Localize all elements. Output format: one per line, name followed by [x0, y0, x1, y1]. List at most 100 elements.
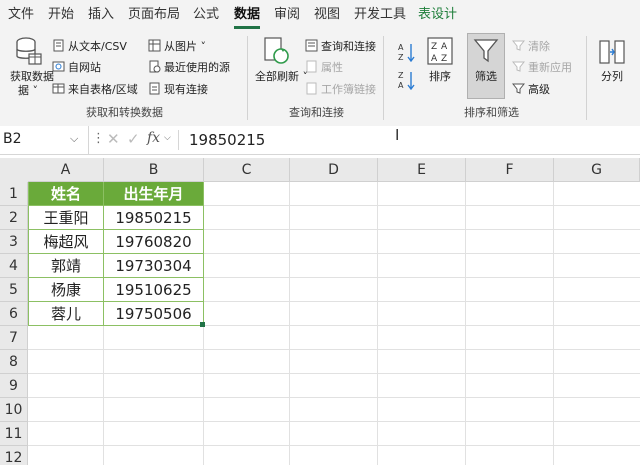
formula-bar: B2 ⌵ ⋮ ✕ ✓ fx ⌵ 19850215 — [0, 126, 640, 155]
table-cell[interactable]: 郭靖 — [28, 254, 104, 278]
get-data-sub-label: 据 ˅ — [18, 84, 38, 97]
recent-sources-button[interactable]: 最近使用的源 — [148, 59, 230, 75]
table-resize-handle[interactable] — [200, 322, 205, 327]
menu-table-design[interactable]: 表设计 — [418, 0, 457, 30]
group-label-get-transform: 获取和转换数据 — [86, 106, 163, 119]
clear-filter-button[interactable]: 清除 — [512, 38, 550, 54]
split-columns-icon — [599, 40, 625, 64]
column-header-c[interactable]: C — [204, 158, 290, 182]
row-header[interactable]: 10 — [0, 398, 28, 422]
menu-file[interactable]: 文件 — [8, 0, 34, 30]
more-options-icon[interactable]: ⋮ — [92, 131, 105, 146]
from-picture-label: 从图片 ˅ — [164, 40, 206, 53]
row-header[interactable]: 12 — [0, 446, 28, 466]
row-header[interactable]: 3 — [0, 230, 28, 254]
queries-icon — [305, 39, 318, 52]
properties-button[interactable]: 属性 — [305, 59, 343, 75]
recent-sources-label: 最近使用的源 — [164, 61, 230, 74]
menu-home[interactable]: 开始 — [48, 0, 74, 30]
column-header-a[interactable]: A — [28, 158, 104, 182]
sort-icon: Z A A Z — [427, 37, 453, 65]
advanced-filter-button[interactable]: 高级 — [512, 81, 550, 97]
clear-filter-icon — [512, 40, 525, 51]
properties-icon — [306, 60, 317, 73]
queries-connections-button[interactable]: 查询和连接 — [305, 38, 376, 54]
column-header-f[interactable]: F — [466, 158, 554, 182]
from-web-label: 自网站 — [68, 61, 101, 74]
row-header[interactable]: 6 — [0, 302, 28, 326]
table-header-cell[interactable]: 姓名 — [28, 182, 104, 206]
menu-formulas[interactable]: 公式 — [193, 0, 219, 30]
column-header-b[interactable]: B — [104, 158, 204, 182]
row-header[interactable]: 1 — [0, 182, 28, 206]
column-header-d[interactable]: D — [290, 158, 378, 182]
table-cell[interactable]: 王重阳 — [28, 206, 104, 230]
select-all-corner[interactable] — [0, 158, 29, 183]
chevron-down-icon[interactable]: ⌵ — [164, 133, 171, 143]
enter-icon[interactable]: ✓ — [127, 130, 140, 148]
table-cell[interactable]: 梅超风 — [28, 230, 104, 254]
svg-text:Z: Z — [398, 53, 404, 62]
formula-bar-separator — [178, 130, 179, 150]
svg-text:Z: Z — [431, 42, 437, 52]
row-header[interactable]: 2 — [0, 206, 28, 230]
menu-review[interactable]: 审阅 — [274, 0, 300, 30]
workbook-links-icon — [306, 82, 317, 95]
table-cell[interactable]: 19750506 — [104, 302, 204, 326]
menu-insert[interactable]: 插入 — [88, 0, 114, 30]
refresh-all-label: 全部刷新 ˅ — [255, 70, 308, 83]
filter-label: 筛选 — [475, 70, 497, 83]
column-header-e[interactable]: E — [378, 158, 466, 182]
ribbon-separator — [383, 36, 384, 120]
workbook-links-button[interactable]: 工作簿链接 — [305, 81, 376, 97]
ribbon-separator — [586, 36, 587, 120]
row-header[interactable]: 9 — [0, 374, 28, 398]
table-header-cell[interactable]: 出生年月 — [104, 182, 204, 206]
insert-function-icon[interactable]: fx — [147, 130, 160, 146]
from-web-button[interactable]: 自网站 — [52, 59, 101, 75]
svg-text:A: A — [441, 42, 448, 52]
chevron-down-icon[interactable]: ⌵ — [70, 132, 78, 146]
group-label-queries: 查询和连接 — [289, 106, 344, 119]
web-page-icon — [52, 61, 65, 72]
from-text-csv-button[interactable]: 从文本/CSV — [52, 38, 127, 54]
row-header[interactable]: 5 — [0, 278, 28, 302]
reapply-button[interactable]: 重新应用 — [512, 59, 572, 75]
table-cell[interactable]: 19850215 — [104, 206, 204, 230]
row-header[interactable]: 8 — [0, 350, 28, 374]
from-text-csv-label: 从文本/CSV — [68, 40, 127, 53]
name-box[interactable]: B2 ⌵ — [0, 126, 89, 154]
column-header-g[interactable]: G — [554, 158, 640, 182]
row-header[interactable]: 7 — [0, 326, 28, 350]
row-header[interactable]: 4 — [0, 254, 28, 278]
cancel-icon[interactable]: ✕ — [107, 130, 120, 148]
table-cell[interactable]: 19510625 — [104, 278, 204, 302]
ribbon: 获取数据 据 ˅ 从文本/CSV 自网站 来自表格/区域 从图片 ˅ 最近使用的… — [0, 30, 640, 127]
existing-connections-button[interactable]: 现有连接 — [148, 81, 208, 97]
menu-developer[interactable]: 开发工具 — [354, 0, 406, 30]
table-cell[interactable]: 蓉儿 — [28, 302, 104, 326]
svg-text:A: A — [398, 81, 404, 90]
table-icon — [52, 83, 65, 94]
existing-connections-label: 现有连接 — [164, 83, 208, 96]
table-cell[interactable]: 19760820 — [104, 230, 204, 254]
queries-connections-label: 查询和连接 — [321, 40, 376, 53]
formula-input[interactable]: 19850215 — [189, 131, 265, 149]
name-box-value: B2 — [3, 131, 22, 147]
table-cell[interactable]: 19730304 — [104, 254, 204, 278]
row-header[interactable]: 11 — [0, 422, 28, 446]
clear-filter-label: 清除 — [528, 40, 550, 53]
advanced-filter-label: 高级 — [528, 83, 550, 96]
from-table-button[interactable]: 来自表格/区域 — [52, 81, 138, 97]
from-picture-button[interactable]: 从图片 ˅ — [148, 38, 206, 54]
funnel-icon — [473, 39, 499, 63]
table-cell[interactable]: 杨康 — [28, 278, 104, 302]
sort-za-icon: Z A — [398, 71, 415, 90]
menu-page-layout[interactable]: 页面布局 — [128, 0, 180, 30]
sort-az-icon: A Z — [398, 43, 415, 62]
worksheet-grid[interactable]: A B C D E F G 1 2 3 4 5 6 7 8 9 10 11 12 — [0, 158, 640, 466]
menu-view[interactable]: 视图 — [314, 0, 340, 30]
advanced-filter-icon — [512, 83, 525, 94]
ribbon-separator — [247, 36, 248, 120]
from-table-label: 来自表格/区域 — [68, 83, 138, 96]
